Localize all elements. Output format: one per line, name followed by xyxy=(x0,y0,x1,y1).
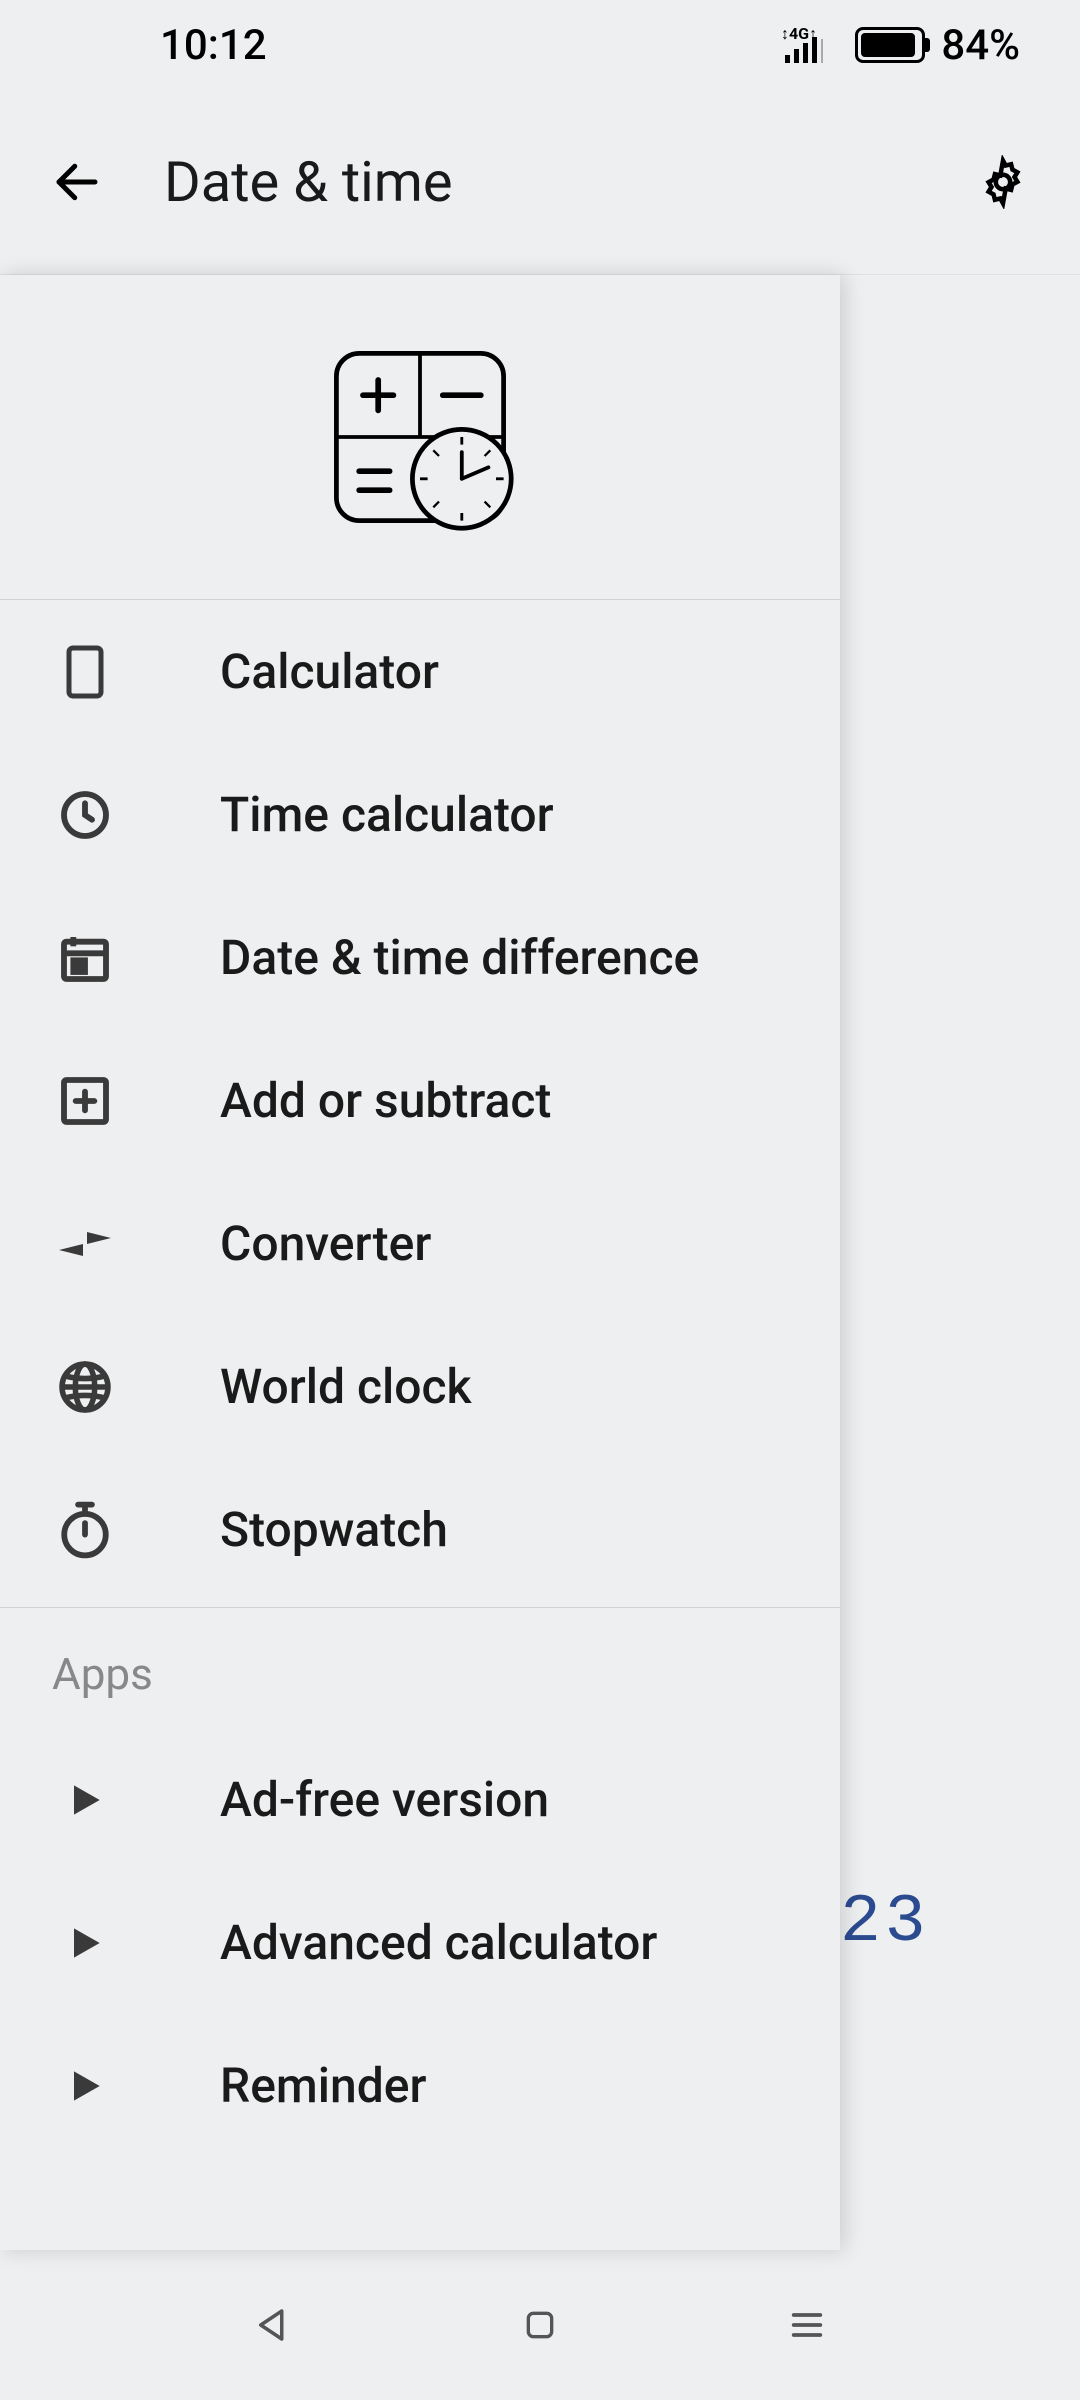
plus-box-icon xyxy=(55,1071,115,1131)
nav-item-label: Calculator xyxy=(220,643,439,700)
play-icon xyxy=(55,1913,115,1973)
nav-home-button[interactable] xyxy=(510,2295,570,2355)
background-content: 23 xyxy=(840,275,1080,2400)
battery-icon xyxy=(855,27,925,63)
status-time: 10:12 xyxy=(60,21,267,70)
play-icon xyxy=(55,2056,115,2116)
nav-item-label: Time calculator xyxy=(220,786,554,843)
drawer-header xyxy=(0,275,840,600)
nav-item-time-calculator[interactable]: Time calculator xyxy=(0,743,840,886)
play-icon xyxy=(55,1770,115,1830)
settings-button[interactable] xyxy=(976,155,1030,209)
back-button[interactable] xyxy=(50,155,104,209)
nav-item-calculator[interactable]: Calculator xyxy=(0,600,840,743)
nav-item-add-subtract[interactable]: Add or subtract xyxy=(0,1029,840,1172)
drawer-list: Calculator Time calculator Date & ti xyxy=(0,600,840,2157)
convert-icon xyxy=(55,1214,115,1274)
nav-item-label: Add or subtract xyxy=(220,1072,551,1129)
nav-item-label: Reminder xyxy=(220,2057,426,2114)
svg-text:↕4G↑: ↕4G↑ xyxy=(781,25,817,43)
calculator-icon xyxy=(55,642,115,702)
nav-item-label: Advanced calculator xyxy=(220,1914,657,1971)
nav-item-converter[interactable]: Converter xyxy=(0,1172,840,1315)
nav-item-label: World clock xyxy=(220,1358,472,1415)
gear-icon xyxy=(976,155,1030,209)
status-indicators: ↕4G↑ 84% xyxy=(781,21,1020,70)
network-indicator: ↕4G↑ xyxy=(781,25,841,65)
nav-item-world-clock[interactable]: World clock xyxy=(0,1315,840,1458)
system-nav-bar xyxy=(0,2250,1080,2400)
nav-recent-button[interactable] xyxy=(777,2295,837,2355)
nav-item-label: Converter xyxy=(220,1215,431,1272)
calendar-icon xyxy=(55,928,115,988)
arrow-left-icon xyxy=(50,155,104,209)
nav-item-ad-free[interactable]: Ad-free version xyxy=(0,1728,840,1871)
menu-recent-icon xyxy=(785,2305,829,2345)
nav-item-advanced-calculator[interactable]: Advanced calculator xyxy=(0,1871,840,2014)
nav-item-stopwatch[interactable]: Stopwatch xyxy=(0,1458,840,1601)
stopwatch-icon xyxy=(55,1500,115,1560)
nav-item-label: Stopwatch xyxy=(220,1501,448,1558)
background-value: 23 xyxy=(840,1884,930,1961)
nav-item-label: Ad-free version xyxy=(220,1771,549,1828)
square-home-icon xyxy=(520,2305,560,2345)
triangle-back-icon xyxy=(252,2304,294,2346)
clock-icon xyxy=(55,785,115,845)
nav-item-label: Date & time difference xyxy=(220,929,699,986)
battery-percentage: 84% xyxy=(941,21,1020,70)
status-bar: 10:12 ↕4G↑ 84% xyxy=(0,0,1080,90)
globe-icon xyxy=(55,1357,115,1417)
section-header-apps: Apps xyxy=(0,1607,840,1728)
nav-item-reminder[interactable]: Reminder xyxy=(0,2014,840,2157)
page-title: Date & time xyxy=(164,149,916,215)
navigation-drawer: Calculator Time calculator Date & ti xyxy=(0,275,840,2250)
app-logo-icon xyxy=(325,342,515,532)
app-header: Date & time xyxy=(0,90,1080,275)
nav-item-date-difference[interactable]: Date & time difference xyxy=(0,886,840,1029)
nav-back-button[interactable] xyxy=(243,2295,303,2355)
